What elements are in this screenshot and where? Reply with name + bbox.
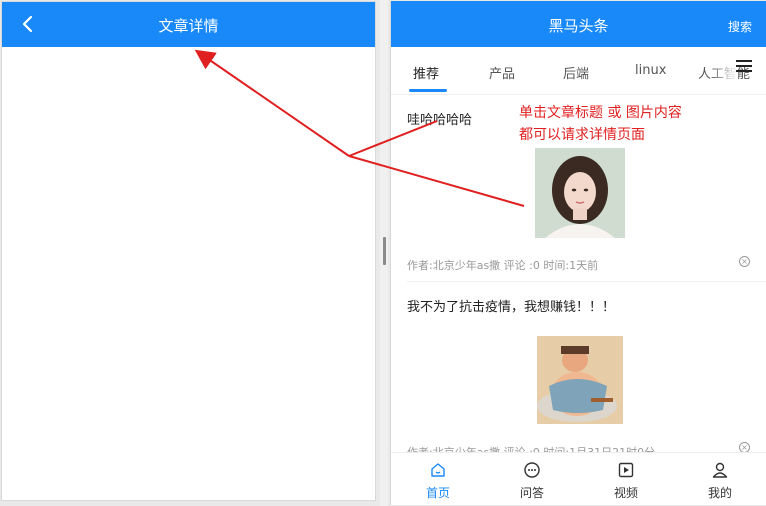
tabbar-label: 我的: [707, 486, 732, 500]
splitter-grip-handle[interactable]: [383, 237, 386, 265]
tab-recommend[interactable]: 推荐: [413, 63, 439, 82]
app-title: 黑马头条: [548, 17, 609, 35]
search-button[interactable]: 搜索: [728, 18, 752, 35]
annotation-line-1: 单击文章标题 或 图片内容: [519, 105, 682, 121]
tabbar-label: 首页: [425, 486, 450, 500]
video-icon: [618, 462, 634, 478]
tab-product[interactable]: 产品: [489, 63, 515, 82]
tabbar-home[interactable]: 首页: [391, 453, 485, 505]
annotation-text: 单击文章标题 或 图片内容 都可以请求详情页面: [519, 102, 682, 146]
article-title[interactable]: 哇哈哈哈哈: [407, 109, 472, 128]
article-image-cartoon[interactable]: [537, 336, 623, 424]
chat-icon: [524, 462, 540, 478]
tabs-fade-overlay: [708, 47, 738, 93]
home-icon: [431, 463, 445, 477]
article-meta: 作者:北京少年as撒 评论 :0 时间:1天前: [407, 259, 599, 272]
tabbar-qa[interactable]: 问答: [485, 453, 579, 505]
active-tab-indicator: [409, 89, 447, 92]
article-image-portrait[interactable]: [535, 148, 625, 238]
tabbar-video[interactable]: 视频: [579, 453, 673, 505]
article-detail-screen: 文章详情: [1, 1, 376, 501]
tabbar-label: 视频: [613, 486, 638, 500]
annotation-line-2: 都可以请求详情页面: [519, 127, 645, 143]
tabbar-label: 问答: [519, 486, 544, 500]
close-circle-icon[interactable]: ×: [739, 256, 750, 267]
home-nav-bar: 黑马头条 搜索: [391, 1, 766, 47]
screenshot-stage: 文章详情 黑马头条 搜索 推荐 产品 后端 linux 人工智能 哇哈哈哈哈: [0, 0, 766, 506]
tab-linux[interactable]: linux: [635, 63, 666, 78]
user-icon: [712, 462, 728, 478]
tabbar-me[interactable]: 我的: [673, 453, 766, 505]
hamburger-menu-icon[interactable]: [736, 60, 752, 74]
article-title[interactable]: 我不为了抗击疫情，我想赚钱！！！: [407, 296, 615, 315]
bottom-tabbar: 首页 问答 视频 我的: [391, 452, 766, 505]
home-feed-screen: 黑马头条 搜索 推荐 产品 后端 linux 人工智能 哇哈哈哈哈: [390, 1, 766, 505]
channel-tabs: 推荐 产品 后端 linux 人工智能: [391, 47, 766, 95]
detail-page-title: 文章详情: [158, 17, 219, 35]
article-divider: [407, 281, 766, 282]
detail-nav-bar: 文章详情: [2, 2, 375, 47]
tab-backend[interactable]: 后端: [563, 63, 589, 82]
